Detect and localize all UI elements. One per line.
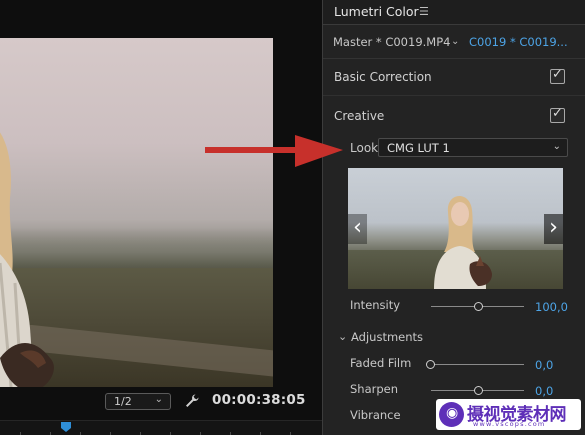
section-basic-correction[interactable]: Basic Correction ✓ [323,59,585,96]
watermark: ◉ 摄视觉素材网 www.vscops.com [436,399,581,430]
sharpen-value[interactable]: 0,0 [535,384,553,398]
zoom-level-value: 1/2 [114,395,132,408]
section-label: Creative [334,109,385,123]
look-dropdown[interactable]: CMG LUT 1 ⌄ [378,138,568,157]
basic-correction-checkbox[interactable]: ✓ [550,67,565,84]
chevron-down-icon[interactable]: ⌄ [338,330,347,343]
checkmark-icon: ✓ [552,106,563,121]
faded-film-slider-thumb[interactable] [426,360,435,369]
sequence-clip-tab[interactable]: C0019 * C0019... [469,35,568,49]
time-ruler[interactable] [0,420,322,435]
look-preview-thumbnail[interactable]: ‹ › [348,168,563,289]
intensity-slider-thumb[interactable] [474,302,483,311]
adjustments-label[interactable]: Adjustments [351,330,423,344]
sharpen-slider-thumb[interactable] [474,386,483,395]
look-label: Look [350,141,379,155]
watermark-logo-icon: ◉ [439,402,464,427]
preview-person-figure [434,195,492,289]
master-clip-tab[interactable]: Master * C0019.MP4 [333,35,450,49]
chevron-down-icon: ⌄ [154,394,163,405]
program-monitor: 1/2 ⌄ 00:00:38:05 [0,0,322,435]
vibrance-label: Vibrance [350,408,401,422]
person-figure [0,132,54,387]
clip-selector-bar: Master * C0019.MP4 ⌄ C0019 * C0019... [323,24,585,59]
chevron-down-icon[interactable]: ⌄ [451,36,459,47]
next-look-button[interactable]: › [544,214,563,244]
menu-icon[interactable]: ☰ [419,5,429,18]
faded-film-slider-track[interactable] [431,364,524,365]
panel-title[interactable]: Lumetri Color [334,4,419,19]
sharpen-label: Sharpen [350,382,399,396]
video-frame[interactable] [0,38,273,387]
look-value: CMG LUT 1 [387,141,450,155]
intensity-label: Intensity [350,298,401,312]
red-arrow-annotation [205,135,343,167]
panel-header: Lumetri Color ☰ [323,0,585,24]
previous-look-button[interactable]: ‹ [348,214,367,244]
section-label: Basic Correction [334,70,432,84]
watermark-url: www.vscops.com [473,420,546,428]
faded-film-label: Faded Film [350,356,412,370]
section-creative[interactable]: Creative ✓ [323,98,585,135]
lumetri-color-panel: Lumetri Color ☰ Master * C0019.MP4 ⌄ C00… [322,0,585,435]
playhead-timecode[interactable]: 00:00:38:05 [212,392,306,408]
zoom-level-select[interactable]: 1/2 ⌄ [105,393,171,410]
wrench-icon[interactable] [184,393,200,409]
chevron-down-icon: ⌄ [552,141,561,152]
intensity-value[interactable]: 100,0 [535,300,568,314]
creative-checkbox[interactable]: ✓ [550,106,565,123]
checkmark-icon: ✓ [552,67,563,82]
faded-film-value[interactable]: 0,0 [535,358,553,372]
